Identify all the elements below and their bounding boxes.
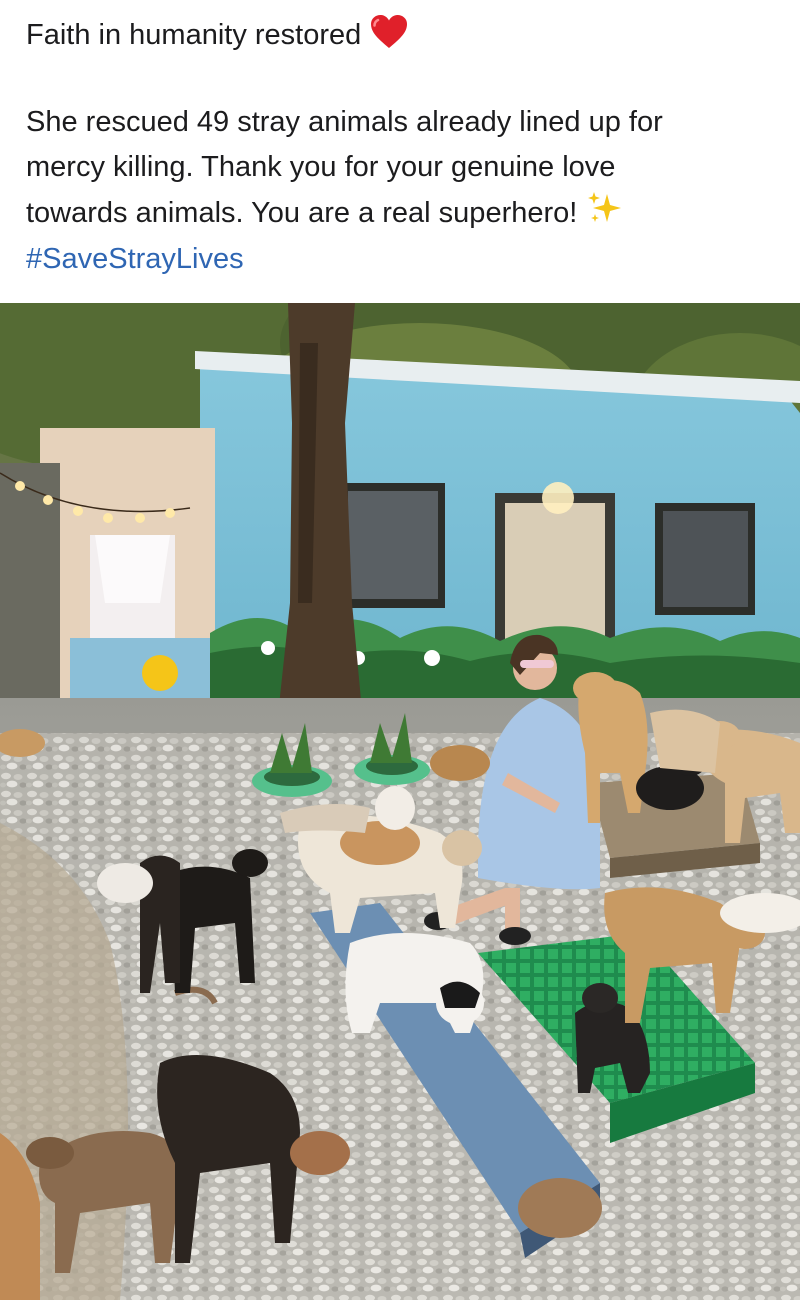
post-body-line-3-wrap: towards animals. You are a real superher…: [26, 190, 786, 242]
sparkles-icon: [585, 190, 623, 242]
post-photo[interactable]: [0, 303, 800, 1300]
post-headline: Faith in humanity restored: [26, 14, 409, 61]
post-body-line-3: towards animals. You are a real superher…: [26, 197, 578, 229]
social-post: Faith in humanity restored She rescued 4…: [0, 0, 800, 1300]
red-heart-icon: [369, 14, 409, 61]
headline-text: Faith in humanity restored: [26, 19, 362, 51]
hashtag-link[interactable]: #SaveStrayLives: [26, 239, 244, 279]
post-body-line-1: She rescued 49 stray animals already lin…: [26, 106, 663, 138]
shelter-dogs-photo: [0, 303, 800, 1300]
post-body-line-2: mercy killing. Thank you for your genuin…: [26, 151, 616, 183]
post-body: She rescued 49 stray animals already lin…: [26, 100, 786, 242]
